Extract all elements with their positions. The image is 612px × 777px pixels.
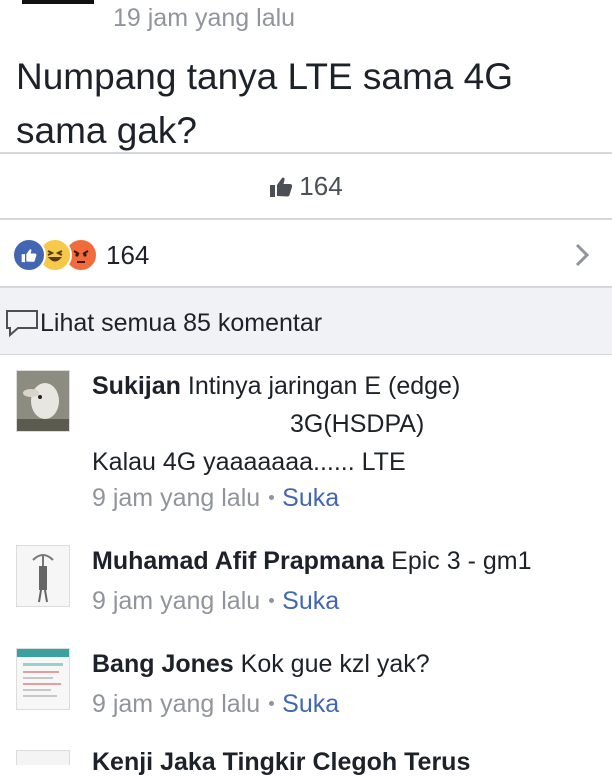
comment-timestamp[interactable]: 9 jam yang lalu	[92, 690, 260, 718]
separator-dot	[269, 494, 275, 500]
commenter-name[interactable]: Sukijan	[92, 372, 181, 400]
divider	[0, 218, 612, 220]
comment-meta: 9 jam yang lalu Suka	[92, 690, 339, 719]
like-button[interactable]: 164	[0, 155, 612, 218]
commenter-avatar[interactable]	[16, 545, 70, 607]
comment-timestamp[interactable]: 9 jam yang lalu	[92, 484, 260, 512]
separator-dot	[269, 597, 275, 603]
comment-text-line: Kok gue kzl yak?	[240, 650, 430, 678]
comment-meta: 9 jam yang lalu Suka	[92, 587, 339, 616]
comment-text-line: Kalau 4G yaaaaaaa...... LTE	[92, 448, 406, 476]
commenter-avatar[interactable]	[16, 750, 70, 765]
divider	[0, 354, 612, 355]
comment-timestamp[interactable]: 9 jam yang lalu	[92, 587, 260, 615]
commenter-name[interactable]: Kenji Jaka Tingkir Clegoh Terus	[92, 748, 470, 777]
commenter-avatar[interactable]	[16, 370, 70, 432]
post-avatar[interactable]	[22, 0, 94, 4]
post-text: Numpang tanya LTE sama 4G sama gak?	[16, 56, 514, 151]
commenter-avatar[interactable]	[16, 648, 70, 710]
comment-like-link[interactable]: Suka	[282, 484, 339, 512]
comment-like-link[interactable]: Suka	[282, 690, 339, 718]
like-count: 164	[299, 171, 343, 201]
thumbs-up-icon	[270, 177, 293, 197]
commenter-name[interactable]: Muhamad Afif Prapmana	[92, 547, 384, 575]
separator-dot	[269, 700, 275, 706]
chevron-right-icon[interactable]	[574, 242, 590, 268]
divider	[0, 152, 612, 154]
comment-text-line: Epic 3 - gm1	[391, 547, 532, 575]
comment-bubble-icon	[6, 310, 38, 338]
post-timestamp[interactable]: 19 jam yang lalu	[113, 4, 295, 33]
reaction-count: 164	[106, 239, 150, 270]
reactions-summary[interactable]: 164	[12, 237, 149, 273]
comment-text-line: Intinya jaringan E (edge)	[187, 372, 461, 400]
commenter-name[interactable]: Bang Jones	[92, 650, 234, 678]
comment-like-link[interactable]: Suka	[282, 587, 339, 615]
like-reaction-icon	[12, 238, 46, 272]
comment-body: Muhamad Afif Prapmana Epic 3 - gm1	[92, 547, 531, 576]
comment-meta: 9 jam yang lalu Suka	[92, 484, 339, 513]
view-all-comments-link[interactable]: Lihat semua 85 komentar	[4, 308, 322, 338]
comment-text-line: 3G(HSDPA)	[290, 410, 425, 438]
comment-body: Sukijan Intinya jaringan E (edge)	[92, 372, 460, 401]
view-all-comments-label: Lihat semua 85 komentar	[40, 308, 323, 337]
comment-body: Bang Jones Kok gue kzl yak?	[92, 650, 430, 679]
